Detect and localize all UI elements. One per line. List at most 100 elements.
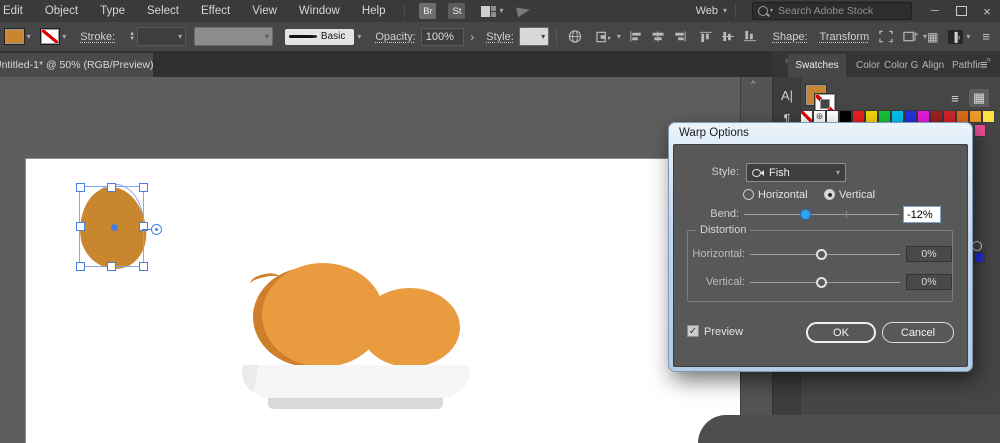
align-center-horizontal-icon[interactable] [651, 30, 665, 43]
selection-handle[interactable] [139, 262, 148, 271]
stroke-weight-stepper[interactable]: ▲▼ [129, 32, 135, 42]
minimize-button[interactable]: ─ [924, 3, 946, 19]
tab-color-guide[interactable]: Color Guide [884, 54, 918, 77]
chevron-down-icon[interactable]: ▾ [499, 7, 503, 15]
align-bottom-icon[interactable] [743, 30, 757, 43]
chevron-down-icon[interactable]: ▾ [357, 33, 361, 41]
graphic-styles-button[interactable]: St [448, 3, 465, 19]
document-setup-icon[interactable] [568, 29, 582, 44]
menu-window[interactable]: Window [288, 5, 351, 17]
isolate-selection-icon[interactable] [596, 30, 613, 44]
menu-object[interactable]: Object [34, 5, 89, 17]
radio-vertical-label[interactable]: Vertical [839, 189, 875, 201]
ok-button[interactable]: OK [806, 322, 876, 343]
selection-handle[interactable] [139, 183, 148, 192]
chevron-down-icon[interactable]: ▾ [966, 33, 970, 41]
rotate-widget-handle[interactable] [151, 224, 162, 235]
bend-label: Bend: [674, 208, 739, 220]
search-input[interactable] [776, 4, 895, 18]
dialog-title[interactable]: Warp Options [679, 127, 749, 139]
cancel-button[interactable]: Cancel [882, 322, 954, 343]
panel-menu-icon[interactable]: ≡ [982, 29, 990, 44]
chevron-down-icon[interactable]: ▾ [62, 33, 66, 41]
workspace-switcher[interactable]: Web ▾ [696, 5, 727, 17]
distortion-vertical-value[interactable]: 0% [906, 274, 952, 290]
menu-select[interactable]: Select [136, 5, 190, 17]
restore-button[interactable] [950, 3, 972, 19]
warp-style-dropdown[interactable]: Fish ▾ [746, 163, 846, 182]
brush-definition-dropdown[interactable]: Basic [285, 29, 354, 45]
document-tab[interactable]: Untitled-1* @ 50% (RGB/Preview) × [0, 53, 153, 77]
list-view-icon[interactable]: ≡ [946, 90, 964, 106]
character-panel-icon[interactable]: A| [773, 88, 801, 103]
fill-swatch[interactable] [4, 28, 25, 45]
panel-menu-icon[interactable]: ≡ [980, 57, 988, 72]
distortion-vertical-thumb[interactable] [816, 277, 827, 288]
swatch-blue-clipped[interactable] [974, 252, 985, 263]
free-transform-icon[interactable] [879, 30, 893, 43]
chevron-down-icon[interactable]: ▾ [27, 33, 31, 41]
selection-handle[interactable] [76, 222, 85, 231]
align-right-icon[interactable] [673, 30, 687, 43]
variable-width-profile-dropdown[interactable]: ▾ [194, 27, 273, 46]
grid-view-icon[interactable]: ▦ [969, 89, 989, 107]
opacity-value[interactable]: 100% [421, 28, 465, 46]
menu-edit[interactable]: Edit [0, 5, 34, 17]
align-center-vertical-icon[interactable] [721, 30, 735, 43]
color-group-icon[interactable] [972, 241, 982, 251]
bread-right-lobe[interactable] [360, 288, 460, 367]
swatch-bright-yellow[interactable] [982, 110, 995, 123]
menubar: Edit Object Type Select Effect View Wind… [0, 0, 1000, 23]
radio-horizontal-label[interactable]: Horizontal [758, 189, 808, 201]
plate-shape[interactable] [242, 365, 470, 398]
stroke-swatch[interactable] [40, 28, 61, 45]
distortion-horizontal-value[interactable]: 0% [906, 246, 952, 262]
distortion-horizontal-thumb[interactable] [816, 249, 827, 260]
tab-align[interactable]: Align [922, 54, 949, 77]
artboard-tools-icon[interactable] [903, 30, 919, 43]
swatch-light-orange[interactable] [969, 110, 982, 123]
preview-label[interactable]: Preview [704, 326, 743, 338]
radio-horizontal[interactable] [743, 189, 754, 200]
menu-effect[interactable]: Effect [190, 5, 241, 17]
align-left-icon[interactable] [629, 30, 643, 43]
selection-handle[interactable] [76, 183, 85, 192]
app-grid-icon[interactable]: ▦ [927, 30, 938, 44]
align-top-icon[interactable] [699, 30, 713, 43]
floating-panel-corner [698, 415, 1000, 443]
swatch-pink-clipped[interactable] [974, 124, 986, 137]
panel-tab-header: » » Swatches Color Color Guide Align Pat… [772, 51, 1000, 77]
brushes-button[interactable]: Br [419, 3, 436, 19]
stroke-weight-dropdown[interactable]: ▾ [137, 27, 186, 46]
selection-handle[interactable] [76, 262, 85, 271]
close-button[interactable]: × [976, 3, 998, 19]
preview-checkbox[interactable]: ✓ [687, 325, 699, 337]
radio-vertical[interactable] [824, 189, 835, 200]
menu-view[interactable]: View [241, 5, 288, 17]
chevron-down-icon[interactable]: ▾ [617, 33, 621, 41]
bend-slider-thumb[interactable] [800, 209, 811, 220]
selection-center-point[interactable] [111, 224, 118, 231]
tab-swatches[interactable]: Swatches [788, 54, 846, 77]
tab-pathfinder[interactable]: Pathfinder [952, 54, 981, 77]
distortion-vertical-label: Vertical: [680, 276, 745, 288]
opacity-label[interactable]: Opacity: [375, 31, 415, 43]
selection-handle[interactable] [107, 183, 116, 192]
menu-type[interactable]: Type [89, 5, 136, 17]
transform-label[interactable]: Transform [820, 31, 870, 43]
docked-panel-icon[interactable]: ▐› [948, 30, 963, 44]
selection-handle[interactable] [107, 262, 116, 271]
style-dropdown[interactable]: ▾ [519, 27, 549, 46]
shape-label[interactable]: Shape: [773, 31, 808, 43]
bend-value-input[interactable]: -12% [903, 206, 941, 223]
stroke-label[interactable]: Stroke: [80, 31, 115, 43]
share-icon[interactable] [517, 5, 532, 17]
style-label[interactable]: Style: [486, 31, 514, 43]
menu-help[interactable]: Help [351, 5, 397, 17]
scroll-up-icon[interactable]: ^ [751, 79, 755, 89]
stock-search[interactable]: ▾ [752, 2, 912, 20]
bend-slider-track[interactable] [744, 214, 899, 215]
tab-color[interactable]: Color [856, 54, 884, 77]
opacity-expand-arrow[interactable]: › [470, 30, 474, 44]
document-layout-icon[interactable] [481, 6, 496, 17]
